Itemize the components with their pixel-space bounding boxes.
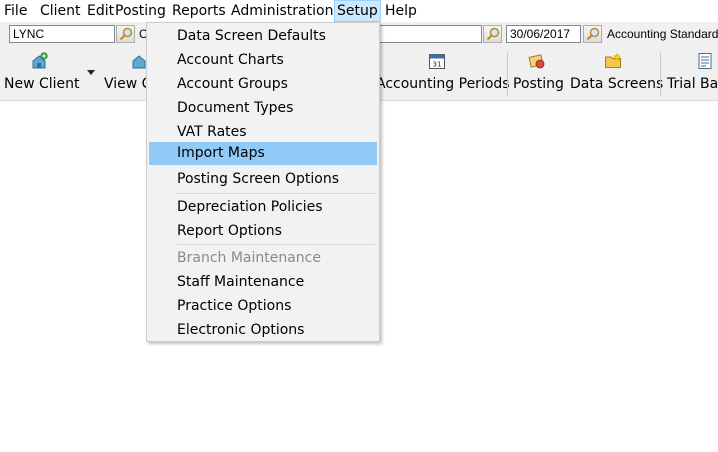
menu-item-account-charts[interactable]: Account Charts (149, 49, 377, 72)
new-client-icon (32, 52, 48, 69)
view-client-label: View C (104, 76, 152, 92)
menu-bar: File Client Edit Posting Reports Adminis… (0, 0, 718, 22)
menu-item-document-types[interactable]: Document Types (149, 97, 377, 120)
search-icon (486, 27, 500, 41)
calendar-icon: 31 (429, 54, 445, 69)
posting-button[interactable]: Posting (510, 48, 570, 100)
setup-dropdown-menu: Data Screen Defaults Account Charts Acco… (146, 22, 380, 342)
menu-item-electronic-options[interactable]: Electronic Options (149, 319, 377, 342)
new-client-label: New Client (4, 76, 80, 92)
menu-item-posting-screen-options[interactable]: Posting Screen Options (149, 168, 377, 191)
menu-help[interactable]: Help (383, 0, 419, 22)
search-icon (586, 27, 600, 41)
view-client-button[interactable]: View C (100, 48, 151, 100)
menu-setup[interactable]: Setup (334, 0, 381, 22)
menu-item-import-maps[interactable]: Import Maps (149, 142, 377, 165)
menu-file[interactable]: File (2, 0, 29, 22)
menu-client[interactable]: Client (38, 0, 83, 22)
menu-posting[interactable]: Posting (113, 0, 168, 22)
search-icon (119, 27, 133, 41)
trial-balance-button[interactable]: Trial Bal (663, 48, 718, 100)
period-lookup-button[interactable] (483, 25, 502, 43)
client-code-field[interactable]: LYNC (9, 25, 115, 43)
menu-item-branch-maintenance: Branch Maintenance (177, 250, 321, 266)
menu-separator (177, 193, 375, 194)
posting-icon (528, 54, 545, 69)
menu-item-depreciation-policies[interactable]: Depreciation Policies (149, 196, 377, 219)
menu-item-data-screen-defaults[interactable]: Data Screen Defaults (149, 25, 377, 48)
menu-item-vat-rates[interactable]: VAT Rates (149, 121, 377, 144)
date-lookup-button[interactable] (583, 25, 602, 43)
menu-item-report-options[interactable]: Report Options (149, 220, 377, 243)
accounting-periods-label: Accounting Periods (376, 76, 510, 92)
trial-balance-label: Trial Bal (667, 76, 718, 92)
menu-item-staff-maintenance[interactable]: Staff Maintenance (149, 271, 377, 294)
date-field[interactable]: 30/06/2017 (506, 25, 581, 43)
posting-label: Posting (513, 76, 564, 92)
new-client-button[interactable]: New Client (0, 48, 82, 100)
client-lookup-button[interactable] (116, 25, 135, 43)
menu-item-account-groups[interactable]: Account Groups (149, 73, 377, 96)
menu-separator (177, 244, 375, 245)
chevron-down-icon[interactable] (87, 70, 95, 75)
accounting-periods-button[interactable]: 31 Accounting Periods (374, 48, 510, 100)
trial-balance-icon (698, 53, 712, 69)
menu-edit[interactable]: Edit (85, 0, 116, 22)
toolbar-separator (660, 52, 661, 96)
period-field[interactable] (380, 25, 482, 43)
menu-item-practice-options[interactable]: Practice Options (149, 295, 377, 318)
accounting-standard-field[interactable]: Accounting Standard (607, 25, 718, 43)
data-screens-label: Data Screens (570, 76, 664, 92)
toolbar-separator (507, 52, 508, 96)
menu-administration[interactable]: Administration (229, 0, 335, 22)
menu-reports[interactable]: Reports (170, 0, 228, 22)
calendar-day-label: 31 (433, 61, 442, 69)
data-screens-button[interactable]: Data Screens (568, 48, 664, 100)
data-screens-icon (605, 52, 622, 68)
